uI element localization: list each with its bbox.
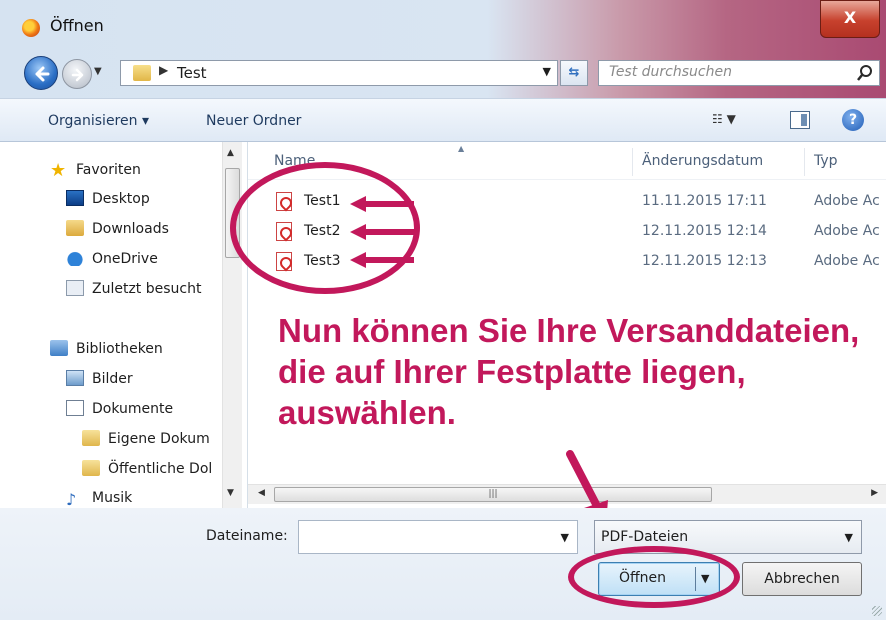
help-icon[interactable]: ? <box>842 109 864 131</box>
nav-label: OneDrive <box>92 251 158 267</box>
sort-ascending-icon: ▲ <box>458 144 465 153</box>
desktop-icon <box>66 190 84 206</box>
folder-icon <box>82 460 100 476</box>
search-box[interactable] <box>598 60 880 86</box>
search-input[interactable] <box>609 64 849 80</box>
filename-chevron-down-icon[interactable]: ▼ <box>561 531 569 544</box>
file-date: 11.11.2015 17:11 <box>642 193 767 209</box>
nav-scrollbar[interactable]: ▲ ▼ <box>222 142 242 508</box>
filename-label: Dateiname: <box>206 528 288 544</box>
scroll-right-icon[interactable]: ▶ <box>871 488 878 498</box>
arrow-right-icon <box>71 68 84 82</box>
nav-label: Desktop <box>92 191 150 207</box>
nav-libraries[interactable]: Bibliotheken <box>50 340 163 366</box>
breadcrumb-current-folder[interactable]: Test <box>177 64 207 82</box>
nav-item-pictures[interactable]: Bilder <box>66 370 133 396</box>
recent-places-icon <box>66 280 84 296</box>
filetype-chevron-down-icon[interactable]: ▼ <box>845 531 853 544</box>
file-open-dialog: Öffnen X ▼ ▶ Test ▼ ⇆ Organisieren ▾ Neu… <box>0 0 886 620</box>
title-bar: Öffnen X <box>0 0 886 46</box>
nav-item-recent[interactable]: Zuletzt besucht <box>66 280 201 306</box>
navigation-pane: ★ Favoriten Desktop Downloads OneDrive Zu… <box>0 142 248 508</box>
command-toolbar: Organisieren ▾ Neuer Ordner ☷ ▼ ? <box>0 98 886 142</box>
folder-icon <box>82 430 100 446</box>
nav-item-downloads[interactable]: Downloads <box>66 220 169 246</box>
libraries-icon <box>50 340 68 356</box>
forward-button[interactable] <box>62 59 92 89</box>
firefox-icon <box>22 19 40 37</box>
file-type: Adobe Ac <box>814 253 880 269</box>
scroll-left-icon[interactable]: ◀ <box>258 488 265 498</box>
column-date[interactable]: Änderungsdatum <box>642 153 763 169</box>
nav-label: Musik <box>92 490 133 506</box>
change-view-icon[interactable]: ☷ ▼ <box>712 112 736 126</box>
music-icon: ♪ <box>66 490 77 508</box>
annotation-arrow-left-icon <box>350 196 414 212</box>
nav-item-my-documents[interactable]: Eigene Dokum <box>82 430 210 456</box>
scroll-down-icon[interactable]: ▼ <box>227 488 234 498</box>
filename-field[interactable] <box>303 527 543 543</box>
scroll-up-icon[interactable]: ▲ <box>227 148 234 158</box>
nav-label: Dokumente <box>92 401 174 417</box>
resize-grip-icon[interactable] <box>872 606 882 616</box>
folder-icon <box>133 65 151 81</box>
file-type: Adobe Ac <box>814 223 880 239</box>
address-bar[interactable]: ▶ Test ▼ <box>120 60 558 86</box>
organize-button[interactable]: Organisieren ▾ <box>48 113 149 129</box>
nav-label: Bilder <box>92 371 133 387</box>
nav-item-documents[interactable]: Dokumente <box>66 400 173 426</box>
pictures-icon <box>66 370 84 386</box>
address-chevron-down-icon[interactable]: ▼ <box>543 65 551 78</box>
horizontal-scroll-thumb[interactable]: ||| <box>274 487 712 502</box>
documents-icon <box>66 400 84 416</box>
filetype-selected: PDF-Dateien <box>601 529 689 545</box>
star-icon: ★ <box>50 160 67 181</box>
arrow-left-icon <box>35 66 50 82</box>
nav-item-onedrive[interactable]: OneDrive <box>66 250 158 276</box>
annotation-arrow-left-icon <box>350 252 414 268</box>
nav-favorites[interactable]: ★ Favoriten <box>50 160 141 186</box>
filename-combobox[interactable]: ▼ <box>298 520 578 554</box>
nav-item-public-documents[interactable]: Öffentliche Dol <box>82 460 212 486</box>
search-icon[interactable] <box>857 64 873 82</box>
cancel-button[interactable]: Abbrechen <box>742 562 862 596</box>
preview-pane-icon[interactable] <box>790 111 810 129</box>
new-folder-button[interactable]: Neuer Ordner <box>206 113 301 129</box>
nav-label: Öffentliche Dol <box>108 461 213 477</box>
window-title: Öffnen <box>50 16 104 35</box>
nav-item-music[interactable]: ♪ Musik <box>66 490 132 508</box>
nav-label: Downloads <box>92 221 169 237</box>
close-button[interactable]: X <box>820 0 880 38</box>
cloud-icon <box>66 250 84 266</box>
column-divider[interactable] <box>804 148 805 176</box>
breadcrumb-chevron-right-icon[interactable]: ▶ <box>159 63 168 77</box>
refresh-icon: ⇆ <box>568 65 580 80</box>
nav-label: Eigene Dokum <box>108 431 210 447</box>
file-type: Adobe Ac <box>814 193 880 209</box>
annotation-text: Nun können Sie Ihre Versanddateien, die … <box>278 312 860 431</box>
column-divider[interactable] <box>632 148 633 176</box>
recent-locations-chevron-down-icon[interactable]: ▼ <box>94 66 102 77</box>
refresh-button[interactable]: ⇆ <box>560 60 588 86</box>
dialog-footer: Dateiname: ▼ PDF-Dateien ▼ Öffnen ▼ Abbr… <box>0 508 886 620</box>
file-date: 12.11.2015 12:14 <box>642 223 767 239</box>
nav-item-desktop[interactable]: Desktop <box>66 190 150 216</box>
annotation-circle-open-button <box>568 546 740 608</box>
nav-label: Zuletzt besucht <box>92 281 202 297</box>
downloads-folder-icon <box>66 220 84 236</box>
nav-label: Favoriten <box>76 162 141 178</box>
nav-label: Bibliotheken <box>76 341 163 357</box>
column-type[interactable]: Typ <box>814 153 838 169</box>
annotation-arrow-left-icon <box>350 224 414 240</box>
file-date: 12.11.2015 12:13 <box>642 253 767 269</box>
back-button[interactable] <box>24 56 58 90</box>
